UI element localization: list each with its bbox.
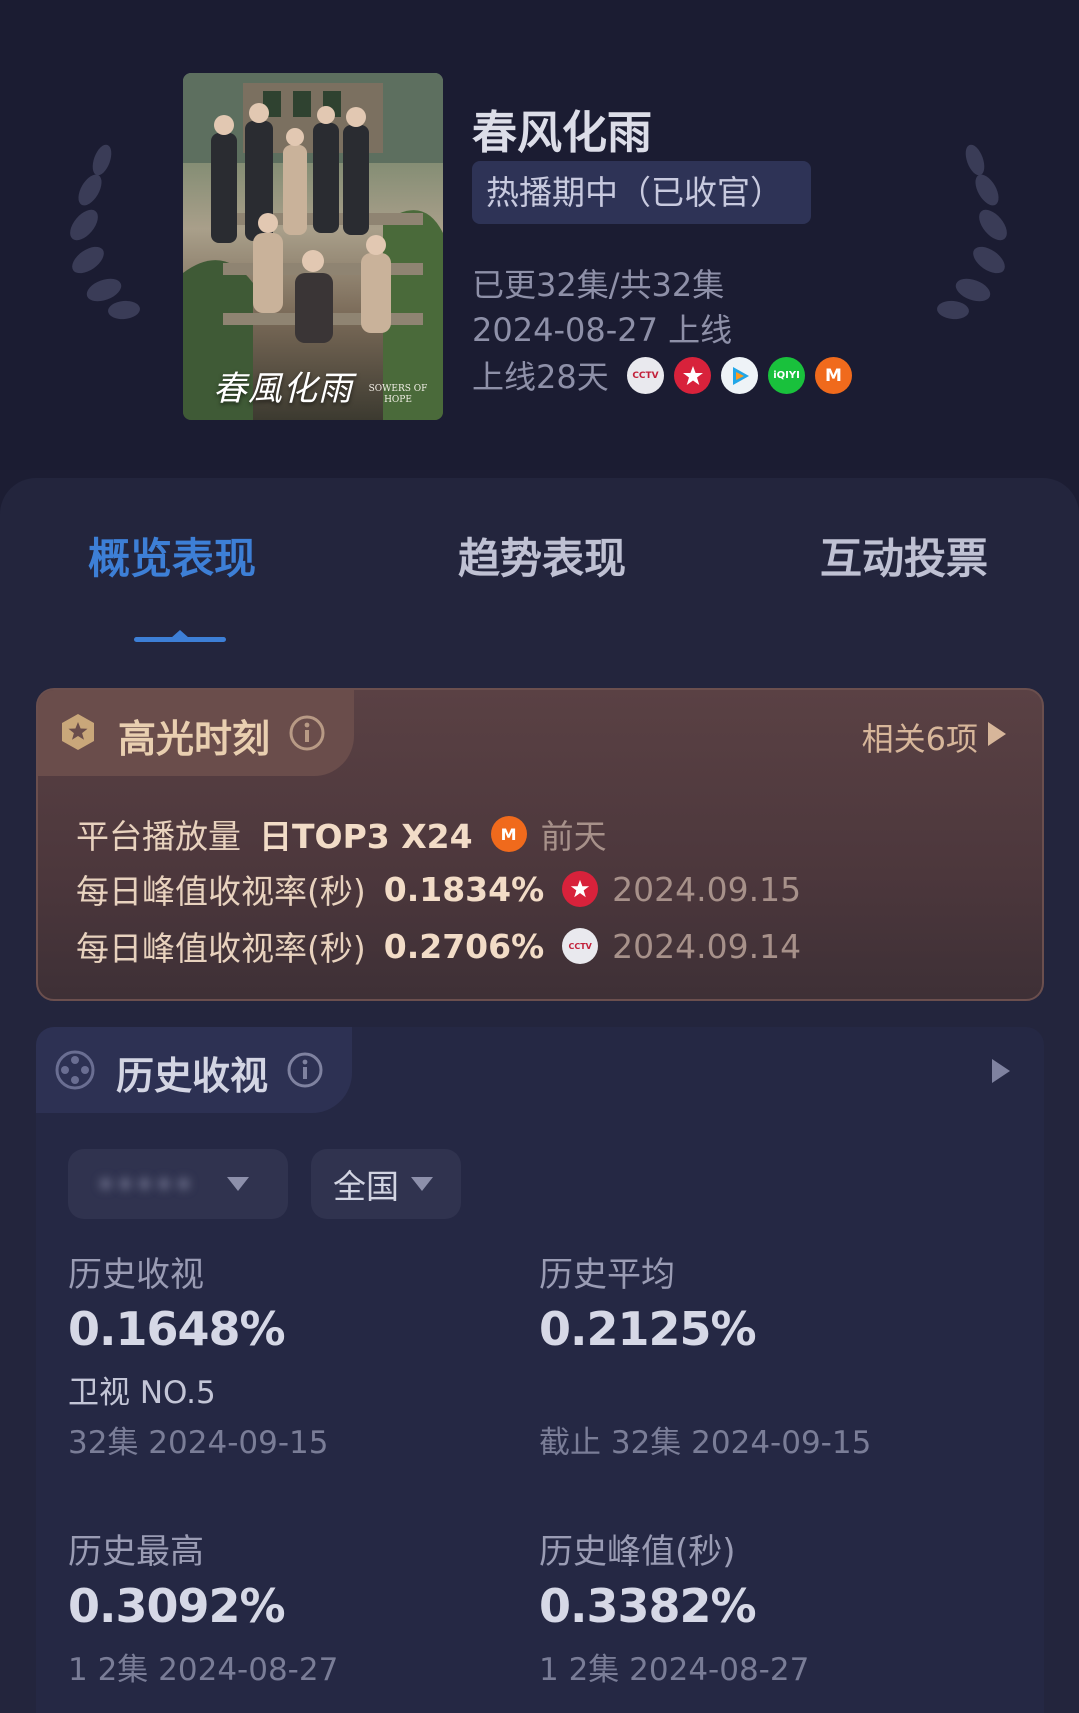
stat-label: 历史最高 bbox=[68, 1532, 204, 1572]
dragon-tv-icon[interactable] bbox=[674, 357, 711, 394]
show-header: 春風化雨 SOWERS OF HOPE 春风化雨 热播期中（已收官） 已更32集… bbox=[0, 0, 1079, 470]
history-header: 历史收视 bbox=[36, 1027, 352, 1113]
tencent-video-icon[interactable] bbox=[721, 357, 758, 394]
episode-count: 已更32集/共32集 bbox=[472, 266, 725, 304]
highlight-row: 平台播放量 日TOP3 X24 M 前天 bbox=[76, 810, 607, 858]
chevron-right-icon[interactable] bbox=[992, 1059, 1010, 1083]
online-days: 上线28天 bbox=[472, 358, 609, 396]
stat-value: 0.3382% bbox=[539, 1579, 757, 1633]
badge-star-icon bbox=[62, 714, 94, 750]
stat-value: 0.3092% bbox=[68, 1579, 286, 1633]
iqiyi-icon[interactable]: iQIYI bbox=[768, 357, 805, 394]
stat-rank: 卫视 NO.5 bbox=[68, 1375, 216, 1411]
source-dropdown-value: ••••• bbox=[96, 1164, 194, 1204]
stat-value: 0.1648% bbox=[68, 1302, 286, 1356]
highlight-title: 高光时刻 bbox=[118, 717, 271, 761]
poster-subtitle: SOWERS OF HOPE bbox=[368, 384, 428, 405]
history-title: 历史收视 bbox=[116, 1054, 269, 1098]
show-title: 春风化雨 bbox=[472, 106, 653, 159]
history-card: 历史收视 ••••• 全国 历史收视 0.1648% 卫视 NO.5 32集 2… bbox=[36, 1027, 1044, 1713]
show-poster[interactable]: 春風化雨 SOWERS OF HOPE bbox=[183, 73, 443, 420]
highlight-row-label: 每日峰值收视率(秒) bbox=[76, 929, 366, 968]
highlight-row: 每日峰值收视率(秒) 0.2706% CCTV 2024.09.14 bbox=[76, 922, 801, 970]
info-icon[interactable] bbox=[288, 714, 326, 752]
mango-tv-icon: M bbox=[490, 816, 527, 852]
highlight-more-link[interactable]: 相关6项 bbox=[862, 714, 978, 760]
stat-label: 历史平均 bbox=[539, 1255, 675, 1295]
highlight-row: 每日峰值收视率(秒) 0.1834% 2024.09.15 bbox=[76, 865, 801, 913]
platform-list: CCTV iQIYI M bbox=[627, 357, 852, 394]
cctv-icon: CCTV bbox=[562, 928, 599, 964]
chevron-down-icon bbox=[411, 1177, 433, 1191]
highlight-header: 高光时刻 bbox=[38, 690, 354, 776]
highlight-row-date: 2024.09.14 bbox=[612, 926, 802, 966]
source-dropdown[interactable]: ••••• bbox=[68, 1149, 288, 1219]
tab-overview[interactable]: 概览表现 bbox=[88, 525, 256, 586]
chevron-right-icon[interactable] bbox=[988, 722, 1006, 746]
poster-title: 春風化雨 bbox=[213, 369, 353, 409]
highlight-row-label: 平台播放量 bbox=[76, 817, 241, 856]
stat-value: 0.2125% bbox=[539, 1302, 757, 1356]
highlight-row-date: 前天 bbox=[540, 817, 607, 856]
dragon-tv-icon bbox=[562, 871, 599, 907]
stat-footnote: 32集 2024-09-15 bbox=[68, 1425, 329, 1461]
chevron-down-icon bbox=[227, 1177, 250, 1191]
region-dropdown-value: 全国 bbox=[333, 1167, 399, 1206]
stat-footnote: 1 2集 2024-08-27 bbox=[68, 1652, 339, 1688]
release-date: 2024-08-27 上线 bbox=[472, 311, 733, 349]
stat-footnote: 截止 32集 2024-09-15 bbox=[539, 1425, 872, 1461]
tab-vote[interactable]: 互动投票 bbox=[820, 525, 988, 586]
cctv-icon[interactable]: CCTV bbox=[627, 357, 664, 394]
film-reel-icon bbox=[55, 1050, 95, 1090]
stat-label: 历史峰值(秒) bbox=[539, 1532, 736, 1572]
highlight-row-value: 0.2706% bbox=[383, 926, 545, 966]
stat-label: 历史收视 bbox=[68, 1255, 204, 1295]
stat-footnote: 1 2集 2024-08-27 bbox=[539, 1652, 810, 1688]
highlight-row-value: 日TOP3 X24 bbox=[259, 817, 473, 856]
laurel-right-icon bbox=[937, 144, 1007, 320]
tab-trend[interactable]: 趋势表现 bbox=[458, 525, 626, 586]
info-icon[interactable] bbox=[286, 1051, 324, 1089]
tab-indicator bbox=[134, 637, 226, 642]
highlight-card[interactable]: 高光时刻 相关6项 平台播放量 日TOP3 X24 M 前天 每日峰值收视率(秒… bbox=[36, 688, 1044, 1001]
highlight-row-date: 2024.09.15 bbox=[612, 869, 802, 909]
highlight-row-value: 0.1834% bbox=[383, 869, 545, 909]
laurel-left-icon bbox=[70, 144, 140, 320]
status-badge: 热播期中（已收官） bbox=[472, 161, 811, 224]
mango-tv-icon[interactable]: M bbox=[815, 357, 852, 394]
highlight-row-label: 每日峰值收视率(秒) bbox=[76, 872, 366, 911]
region-dropdown[interactable]: 全国 bbox=[311, 1149, 461, 1219]
